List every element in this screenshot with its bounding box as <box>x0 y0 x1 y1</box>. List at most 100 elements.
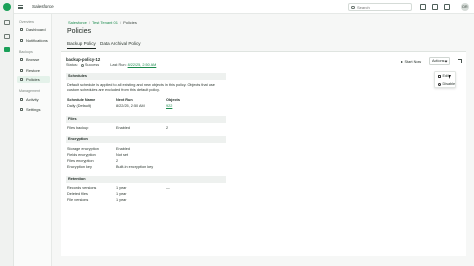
breadcrumb-separator: / <box>119 20 122 25</box>
top-bar: Salesforce DR <box>14 0 474 14</box>
records-versions-value: 1 year <box>116 186 127 190</box>
pencil-icon <box>438 74 441 78</box>
bell-icon <box>20 39 23 42</box>
settings-icon[interactable] <box>444 4 450 10</box>
tab-data-archival-policy[interactable]: Data Archival Policy <box>100 41 141 46</box>
menu-item-disable[interactable]: Disable <box>438 82 455 86</box>
disable-icon <box>438 82 441 86</box>
page-title: Policies <box>67 28 92 35</box>
nav-item-notifications[interactable]: Notifications <box>17 37 50 44</box>
files-encryption-value: 2 <box>116 159 119 163</box>
app-logo[interactable] <box>3 3 11 11</box>
nav-item-activity[interactable]: Activity <box>17 96 50 103</box>
encryption-key-label: Encryption key <box>67 165 92 169</box>
section-schedules-heading: Schedules <box>66 73 226 80</box>
app-rail <box>0 0 14 266</box>
breadcrumb-link[interactable]: Salesforce <box>68 20 87 25</box>
search-icon <box>351 5 355 9</box>
policy-status-row: Status: Success Last Run: 8/22/25, 2:50 A… <box>66 63 156 67</box>
chevron-down-icon <box>444 59 448 62</box>
start-now-button[interactable]: Start Now <box>401 60 421 64</box>
policy-name: backup-policy-12 <box>66 57 101 62</box>
file-versions-value: 1 year <box>116 198 127 202</box>
side-nav: Overview Dashboard Notifications Backups… <box>14 14 52 266</box>
deleted-files-value: 1 year <box>116 192 127 196</box>
play-icon <box>401 61 403 63</box>
nav-item-label: Settings <box>26 107 41 112</box>
records-versions-extra: — <box>166 186 170 190</box>
nav-item-restore[interactable]: Restore <box>17 67 50 74</box>
nav-item-label: Dashboard <box>26 27 46 32</box>
schedules-description: Default schedule is applied to all exist… <box>67 83 215 93</box>
policy-icon <box>20 78 23 81</box>
actions-label: Actions <box>432 59 445 63</box>
breadcrumb-link[interactable]: Test Tenant 01 <box>92 20 118 25</box>
column-header-objects: Objects <box>166 98 180 102</box>
menu-item-label: Disable <box>442 82 456 86</box>
main-content: Salesforce / Test Tenant 01/Policies Polic… <box>53 14 474 266</box>
files-backup-extra: 2 <box>166 126 169 130</box>
storage-encryption-label: Storage encryption <box>67 147 99 151</box>
avatar[interactable]: DR <box>461 3 469 11</box>
gear-icon[interactable] <box>4 34 10 39</box>
menu-icon[interactable] <box>18 5 23 9</box>
status-label: Status: <box>66 63 78 67</box>
tab-backup-policy[interactable]: Backup Policy <box>67 41 96 49</box>
policy-panel: backup-policy-12 Status: Success Last Run… <box>61 52 466 256</box>
files-backup-label: Files backup <box>67 126 89 130</box>
backup-app-icon[interactable] <box>4 47 10 52</box>
search-input[interactable] <box>357 5 411 10</box>
nav-item-label: Policies <box>26 77 40 82</box>
last-run-link[interactable]: 8/22/25, 2:50 AM <box>128 63 157 67</box>
browse-icon <box>20 58 23 61</box>
expand-icon[interactable] <box>458 59 462 63</box>
column-header-schedule-name: Schedule Name <box>67 98 96 102</box>
encryption-key-value: Built-in encryption key <box>116 165 154 169</box>
actions-button[interactable]: Actions <box>429 57 450 65</box>
nav-item-policies[interactable]: Policies <box>17 76 50 83</box>
bell-icon[interactable] <box>432 4 438 10</box>
nav-item-label: Notifications <box>26 38 48 43</box>
breadcrumb-current: Policies <box>123 20 137 25</box>
mouse-cursor <box>449 75 451 79</box>
nav-item-dashboard[interactable]: Dashboard <box>17 26 50 33</box>
file-versions-label: File versions <box>67 198 89 202</box>
breadcrumb-separator: / <box>88 20 91 25</box>
activity-icon <box>20 98 23 101</box>
section-retention-heading: Retention <box>66 176 226 183</box>
status-icon <box>80 63 84 67</box>
restore-icon <box>20 69 23 72</box>
nav-item-label: Activity <box>26 97 39 102</box>
objects-count-link[interactable]: 922 <box>166 104 172 108</box>
search-box[interactable] <box>348 3 412 11</box>
nav-item-browse[interactable]: Browse <box>17 56 50 63</box>
start-now-label: Start Now <box>404 60 422 64</box>
grid-icon[interactable] <box>4 20 10 25</box>
menu-item-edit[interactable]: Edit <box>438 74 449 78</box>
gear-icon <box>20 108 23 111</box>
breadcrumb: Salesforce / Test Tenant 01/Policies <box>68 20 137 25</box>
actions-menu: Edit Disable <box>434 71 456 88</box>
org-name: Salesforce <box>32 4 54 9</box>
section-encryption-heading: Encryption <box>66 136 226 143</box>
dashboard-icon <box>20 28 23 31</box>
files-encryption-label: Files encryption <box>67 159 94 163</box>
nav-section-management: Management <box>19 89 40 93</box>
files-backup-value: Enabled <box>116 126 130 130</box>
status-value: Success <box>84 63 100 67</box>
fields-encryption-label: Fields encryption <box>67 153 96 157</box>
section-files-heading: Files <box>66 116 226 123</box>
deleted-files-label: Deleted files <box>67 192 88 196</box>
schedule-name-cell: Daily (Default) <box>67 104 92 108</box>
storage-encryption-value: Enabled <box>116 147 130 151</box>
nav-section-overview: Overview <box>19 20 34 24</box>
nav-section-backups: Backups <box>19 50 33 54</box>
nav-item-label: Restore <box>26 68 41 73</box>
next-run-cell: 8/22/25, 2:50 AM <box>116 104 145 108</box>
last-run-label: Last Run: <box>110 63 127 67</box>
fields-encryption-value: Not set <box>116 153 129 157</box>
records-versions-label: Records versions <box>67 186 97 190</box>
help-icon[interactable] <box>420 4 426 10</box>
nav-item-settings[interactable]: Settings <box>17 106 50 113</box>
nav-item-label: Browse <box>26 57 40 62</box>
